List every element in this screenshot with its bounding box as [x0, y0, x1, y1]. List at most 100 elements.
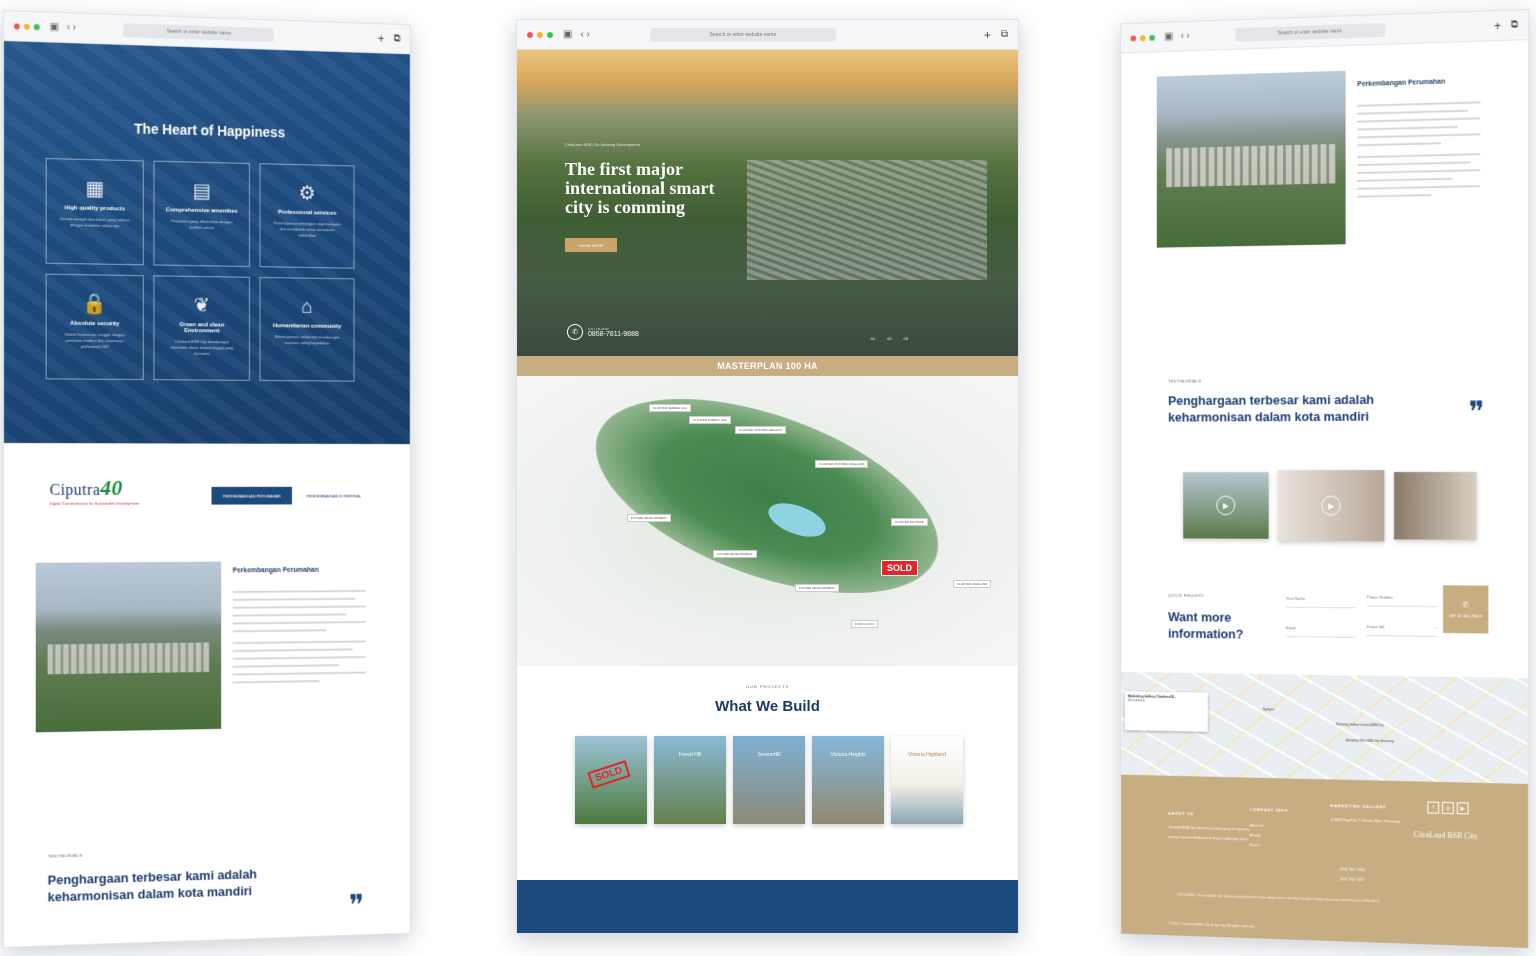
amenities-icon: ▤	[192, 180, 211, 203]
window-controls[interactable]	[1130, 34, 1155, 42]
features-grid: ▦ High quality products Desain menarik dan…	[45, 158, 361, 382]
map-label[interactable]: CLUSTER SERENE HILL	[649, 404, 692, 412]
play-icon[interactable]: ▶	[1321, 495, 1341, 516]
hero-subtitle: CitraLand BSB City Housing Development	[565, 142, 640, 147]
back-forward-icon[interactable]: ‹ ›	[67, 22, 76, 33]
footer	[517, 880, 1018, 933]
instagram-icon[interactable]: ◎	[1442, 801, 1454, 815]
hero-section: The Heart of Happiness ▦ High quality pro…	[3, 41, 410, 445]
map-label[interactable]: FUTURE DEVELOPMENT	[795, 584, 839, 592]
testimonial-quote: Penghargaan terbesar kami adalah keharmo…	[47, 866, 257, 905]
map-label[interactable]: CLUSTER VICTORIA HEIGHTS	[735, 426, 786, 434]
footer-phone-2[interactable]: (024) 7667 5077	[1340, 874, 1365, 885]
pager-item[interactable]: 03	[904, 336, 908, 341]
call-us[interactable]: ✆ CALL US NOW 0858-7811-9888	[567, 324, 639, 340]
phone-input[interactable]: Phone Number	[1366, 594, 1438, 608]
video-thumbnail[interactable]: ▶	[1183, 472, 1269, 539]
map-info-card[interactable]: Marketing Gallery Citraland B... 4.3 ★★★★…	[1124, 691, 1208, 732]
video-thumbnail[interactable]: ▶	[1278, 470, 1385, 542]
sidebar-icon[interactable]: ▣	[50, 22, 59, 33]
call-back-label: GET A CALL BACK	[1448, 613, 1483, 619]
map-place[interactable]: Marketing Gallery Citraland BSB City	[1336, 722, 1384, 727]
name-input[interactable]: Your Name	[1285, 595, 1356, 609]
tab-perkembangan-komersial[interactable]: PERKEMBANGAN KOMERSIAL	[296, 487, 372, 505]
window-controls[interactable]	[527, 31, 553, 38]
tabs-overview-icon[interactable]: ⧉	[394, 33, 401, 44]
map-label[interactable]: CLUSTER SKYPARK	[891, 518, 928, 526]
feature-title: Humanitarian community	[272, 323, 342, 330]
hero-title: The Heart of Happiness	[134, 120, 286, 141]
sidebar-icon[interactable]: ▣	[563, 29, 572, 40]
quote-icon: ❞	[1468, 395, 1485, 431]
tab-perkembangan-perumahan[interactable]: PERKEMBANGAN PERUMAHAN	[211, 486, 292, 505]
address-bar[interactable]: Search or enter website name	[1235, 22, 1386, 42]
back-forward-icon[interactable]: ‹ ›	[580, 29, 589, 40]
pager-item[interactable]: 01	[871, 336, 875, 341]
play-icon[interactable]: ▶	[1216, 495, 1236, 516]
address-bar[interactable]: Search or enter website name	[649, 27, 836, 42]
call-back-button[interactable]: ✆ GET A CALL BACK	[1443, 585, 1489, 634]
logo-tagline: Digital Transformation for Sustainable D…	[49, 500, 140, 506]
feature-desc: Citraland BSB City membangun ekosistem d…	[170, 338, 234, 356]
video-thumbnail[interactable]	[1394, 472, 1477, 540]
map-label[interactable]: FUTURE DEVELOPMENT	[713, 550, 757, 558]
footer-company-heading: COMPANY INFO	[1249, 806, 1289, 813]
location-map[interactable]: Marketing Gallery Citraland B... 4.3 ★★★★…	[1121, 671, 1529, 784]
project-name: Victoria Highland	[908, 752, 946, 758]
feature-desc: Pusat layanan pelanggan siap melayani da…	[273, 220, 341, 238]
project-card[interactable]: SerenoHill	[733, 736, 805, 824]
testimonial-label: TESTIMONIALS	[1168, 378, 1202, 384]
phone-icon: ✆	[567, 324, 583, 340]
feature-desc: Sistem keamanan canggih dengan peralatan…	[64, 331, 125, 350]
slider-pager: 01 02 03	[871, 336, 908, 341]
back-forward-icon[interactable]: ‹ ›	[1181, 31, 1190, 42]
pager-item[interactable]: 02	[887, 336, 891, 341]
feature-desc: Keberagaman, solidaritas membangun suasa…	[274, 334, 340, 346]
phone-icon: ✆	[1462, 600, 1469, 610]
footer-about-heading: ABOUT US	[1168, 810, 1194, 817]
new-tab-icon[interactable]: +	[984, 28, 991, 42]
footer-link-awards[interactable]: Awards	[1250, 830, 1264, 840]
project-card[interactable]: SOLD	[575, 736, 647, 824]
sidebar-icon[interactable]: ▣	[1164, 31, 1173, 42]
new-tab-icon[interactable]: +	[378, 31, 385, 45]
map-label[interactable]: FUTURE DEVELOPMENT	[627, 514, 671, 522]
know-more-button[interactable]: KNOW MORE	[565, 238, 617, 252]
masterplan-map[interactable]: CLUSTER SERENE HILL CLUSTER FOREST HILL …	[517, 359, 1018, 666]
browser-window-left: ▣ ‹ › Search or enter website name + ⧉ T…	[3, 10, 411, 948]
project-card[interactable]: Victoria Highland	[891, 736, 963, 824]
footer-copyright: © 2022 - Citraland BSB City Semarang. Al…	[1168, 921, 1254, 929]
browser-toolbar: ▣ ‹ › Search or enter website name + ⧉	[1121, 10, 1529, 54]
map-place[interactable]: Ngaliyan	[1263, 707, 1274, 711]
section-title: Perkembangan Perumahan	[232, 566, 319, 575]
new-tab-icon[interactable]: +	[1494, 18, 1501, 32]
leaf-icon: ❦	[193, 294, 210, 317]
map-label[interactable]: FOOD & FUN	[851, 620, 878, 628]
tabs-overview-icon[interactable]: ⧉	[1001, 29, 1008, 40]
map-label[interactable]: CLUSTER FOREST HILL	[689, 416, 732, 424]
address-bar[interactable]: Search or enter website name	[123, 22, 274, 42]
testimonial-quote: Penghargaan terbesar kami adalah keharmo…	[1168, 392, 1375, 425]
youtube-icon[interactable]: ▶	[1456, 802, 1469, 815]
sold-stamp: SOLD	[587, 760, 631, 789]
hero-title: The first major international smart city…	[565, 159, 715, 217]
feature-title: Professional services	[277, 209, 337, 217]
phone-label: CALL US NOW	[588, 326, 609, 331]
map-label[interactable]: CLUSTER HIGHLAND	[953, 580, 992, 588]
facebook-icon[interactable]: f	[1427, 801, 1440, 814]
project-card[interactable]: Victoria Heights	[812, 736, 884, 824]
window-controls[interactable]	[13, 22, 40, 30]
map-place[interactable]: Marketing Office BSB City Semarang	[1346, 738, 1394, 743]
service-icon: ⚙	[298, 182, 316, 205]
project-name: Forest Hill	[678, 752, 702, 758]
footer-link-about[interactable]: About Us	[1250, 821, 1264, 831]
tabs-overview-icon[interactable]: ⧉	[1511, 19, 1518, 30]
email-input[interactable]: Email	[1285, 625, 1356, 638]
cluster-select[interactable]: Forest Hill ⌄	[1366, 624, 1438, 637]
phone-number: 0858-7811-9888	[588, 330, 639, 338]
logo-number: 40	[100, 475, 123, 500]
map-label[interactable]: CLUSTER VICTORIA HIGHLAND	[815, 460, 869, 468]
masterplan-heading: MASTERPLAN 100 HA	[517, 356, 1018, 376]
project-card[interactable]: Forest Hill	[654, 736, 726, 824]
footer-link-project[interactable]: Project	[1250, 840, 1264, 850]
